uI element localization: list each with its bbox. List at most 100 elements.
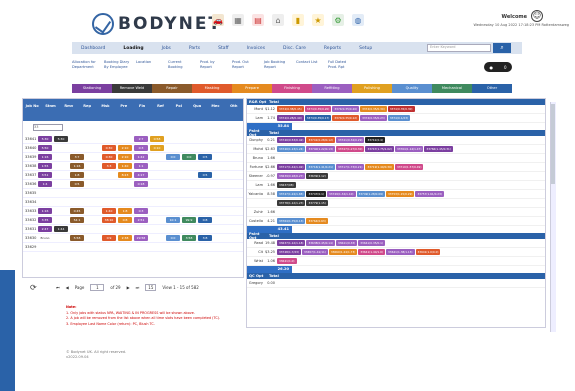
job-chip[interactable]: 33740(1.22/0.13): [306, 146, 335, 152]
job-number[interactable]: 33637: [23, 173, 37, 177]
job-chip[interactable]: 3374(0.1/23): [387, 115, 411, 121]
time-slot-cell[interactable]: 0:5: [70, 181, 84, 187]
job-chip[interactable]: 3374(0.38/0.45): [277, 106, 304, 112]
job-chip[interactable]: 3374(0.28/0.49): [277, 115, 304, 121]
toggle-switch[interactable]: ● 0: [484, 62, 512, 72]
time-slot-cell[interactable]: 3:35: [38, 217, 52, 223]
table-row[interactable]: 33639 1:16 3:7 0:30 2:10 1:42 0:0 0:0 0:5: [23, 153, 243, 162]
time-slot-cell[interactable]: 1:8: [70, 172, 84, 178]
settings-icon[interactable]: ⚙: [332, 14, 344, 26]
tab-quality[interactable]: Quality: [392, 84, 432, 93]
time-slot-cell[interactable]: 1:16: [38, 154, 52, 160]
tab-prepare[interactable]: Prepare: [232, 84, 272, 93]
subnav-link[interactable]: Contact List: [296, 60, 328, 80]
time-slot-cell[interactable]: 99:9: [182, 217, 196, 223]
tab-refitting[interactable]: Refitting: [312, 84, 352, 93]
time-slot-cell[interactable]: 2:38: [118, 235, 132, 241]
time-slot-cell[interactable]: 10:1: [166, 217, 180, 223]
job-chip[interactable]: 33639(0.18/0.27): [277, 173, 306, 179]
job-chip[interactable]: 33749(1.28/0.09): [356, 191, 385, 197]
time-slot-cell[interactable]: 0:0: [166, 235, 180, 241]
job-chip[interactable]: 33741(0.4): [365, 137, 385, 143]
nav-item-invoices[interactable]: Invoices: [238, 46, 274, 51]
table-row[interactable]: 33637 3:51 1:8 8:23 4:17 0:5: [23, 171, 243, 180]
calendar-icon[interactable]: ▦: [232, 14, 244, 26]
job-chip[interactable]: 3374(0.35/0.23): [360, 115, 387, 121]
table-row[interactable]: 33630 Bruno 5:58 0:9 2:38 29:58 0:0 3:58 3:8: [23, 234, 243, 243]
job-chip[interactable]: 33764(0.63): [306, 218, 328, 224]
time-slot-cell[interactable]: 1:42: [134, 154, 148, 160]
job-chip[interactable]: 33637(08): [277, 182, 296, 188]
job-number[interactable]: 33638: [23, 164, 37, 168]
time-slot-cell[interactable]: 1:44: [54, 226, 68, 232]
time-slot-cell[interactable]: 2:47: [38, 226, 52, 232]
subnav-link[interactable]: Current Booking: [168, 60, 200, 80]
table-row[interactable]: 33634: [23, 198, 243, 207]
job-chip[interactable]: 33719(1.40/0.39): [365, 164, 394, 170]
job-chip[interactable]: 33740(0.53/0.42): [277, 137, 306, 143]
job-chip[interactable]: 33641(1.40/1.0): [358, 249, 386, 255]
job-chip[interactable]: 33717(1.73/0.21): [335, 164, 365, 170]
job-chip[interactable]: 3374(0.35/0.12): [332, 115, 360, 121]
grid-column-header[interactable]: Job No: [23, 99, 41, 121]
time-slot-cell[interactable]: 3:58: [182, 235, 196, 241]
grid-column-header[interactable]: Oth: [225, 99, 243, 121]
time-slot-cell[interactable]: 0:8: [118, 217, 132, 223]
grid-column-header[interactable]: Rep: [78, 99, 96, 121]
time-slot-cell[interactable]: 2:51: [134, 217, 148, 223]
keyword-search-input[interactable]: Enter Keyword: [427, 44, 491, 52]
first-page-icon[interactable]: ⏮: [56, 285, 60, 290]
job-chip[interactable]: 33638(0.45/0.14): [306, 240, 335, 246]
star-icon[interactable]: ★: [312, 14, 324, 26]
job-chip[interactable]: 33764(1.75/0.13): [277, 218, 306, 224]
job-chip[interactable]: 33641(1.0): [277, 258, 297, 264]
tab-finishing[interactable]: Finishing: [272, 84, 312, 93]
time-slot-cell[interactable]: 2:10: [118, 154, 132, 160]
job-chip[interactable]: 33764(1.14/1.47): [394, 146, 424, 152]
nav-item-setup[interactable]: Setup: [350, 46, 381, 51]
subnav-link[interactable]: Allocation for Department: [72, 60, 104, 80]
grid-column-header[interactable]: Ref: [151, 99, 169, 121]
table-row[interactable]: 33632 3:35 54:1 38:10 0:8 2:51 10:1 99:9 0:8: [23, 216, 243, 225]
job-chip[interactable]: 33641(0.35/0.1): [358, 240, 385, 246]
table-row[interactable]: 33638 1:55 1:16 3:3 1:40 1:1: [23, 162, 243, 171]
time-slot-cell[interactable]: 1:1: [134, 163, 148, 169]
nav-item-reports[interactable]: Reports: [315, 46, 350, 51]
car-icon[interactable]: 🚗: [212, 14, 224, 26]
time-slot-cell[interactable]: 3:7: [70, 154, 84, 160]
job-chip[interactable]: 33717(1.44/1.02): [277, 164, 306, 170]
prev-page-icon[interactable]: ◀: [66, 285, 69, 290]
grid-column-header[interactable]: Stnm: [41, 99, 59, 121]
subnav-link[interactable]: Full Dated Prod. Rpt: [328, 60, 360, 80]
job-chip[interactable]: 33757(1.61/0.23): [415, 191, 444, 197]
grid-column-header[interactable]: Qua: [188, 99, 206, 121]
nav-item-parts[interactable]: Parts: [180, 46, 209, 51]
time-slot-cell[interactable]: 29:58: [134, 235, 148, 241]
table-row[interactable]: 33629: [23, 243, 243, 252]
table-row[interactable]: 33641 5:30 5:30 2:7 0:58: [23, 135, 243, 144]
grid-column-header[interactable]: Rmv: [60, 99, 78, 121]
time-slot-cell[interactable]: 0:3: [134, 145, 148, 151]
job-chip[interactable]: 33748(1.7/23): [277, 249, 302, 255]
job-chip[interactable]: 33660(1.24/1.73): [328, 249, 358, 255]
job-number[interactable]: 33630: [23, 236, 37, 240]
time-slot-cell[interactable]: 3:51: [38, 172, 52, 178]
job-chip[interactable]: 33766(1.45/0.31): [424, 146, 453, 152]
tab-masking[interactable]: Masking: [192, 84, 232, 93]
tab-stationing[interactable]: Stationing: [72, 84, 112, 93]
time-slot-cell[interactable]: 0:30: [102, 145, 116, 151]
time-slot-cell[interactable]: 0:58: [150, 136, 164, 142]
time-slot-cell[interactable]: 0:0: [182, 154, 196, 160]
job-number[interactable]: 33635: [23, 191, 37, 195]
time-slot-cell[interactable]: 0:18: [134, 181, 148, 187]
grid-filter-input[interactable]: 33: [33, 124, 63, 131]
job-chip[interactable]: 33747(1.24/1.65): [277, 191, 306, 197]
grid-column-header[interactable]: Pol: [170, 99, 188, 121]
job-chip[interactable]: 33741(0.34/0.29): [335, 137, 365, 143]
nav-item-disc-care[interactable]: Disc. Care: [274, 46, 315, 51]
page-input[interactable]: 1: [90, 283, 105, 291]
job-chip[interactable]: 33639(2.12): [306, 173, 328, 179]
time-slot-cell[interactable]: 0:8: [198, 217, 212, 223]
job-number[interactable]: 33634: [23, 200, 37, 204]
globe-icon[interactable]: ◍: [352, 14, 364, 26]
